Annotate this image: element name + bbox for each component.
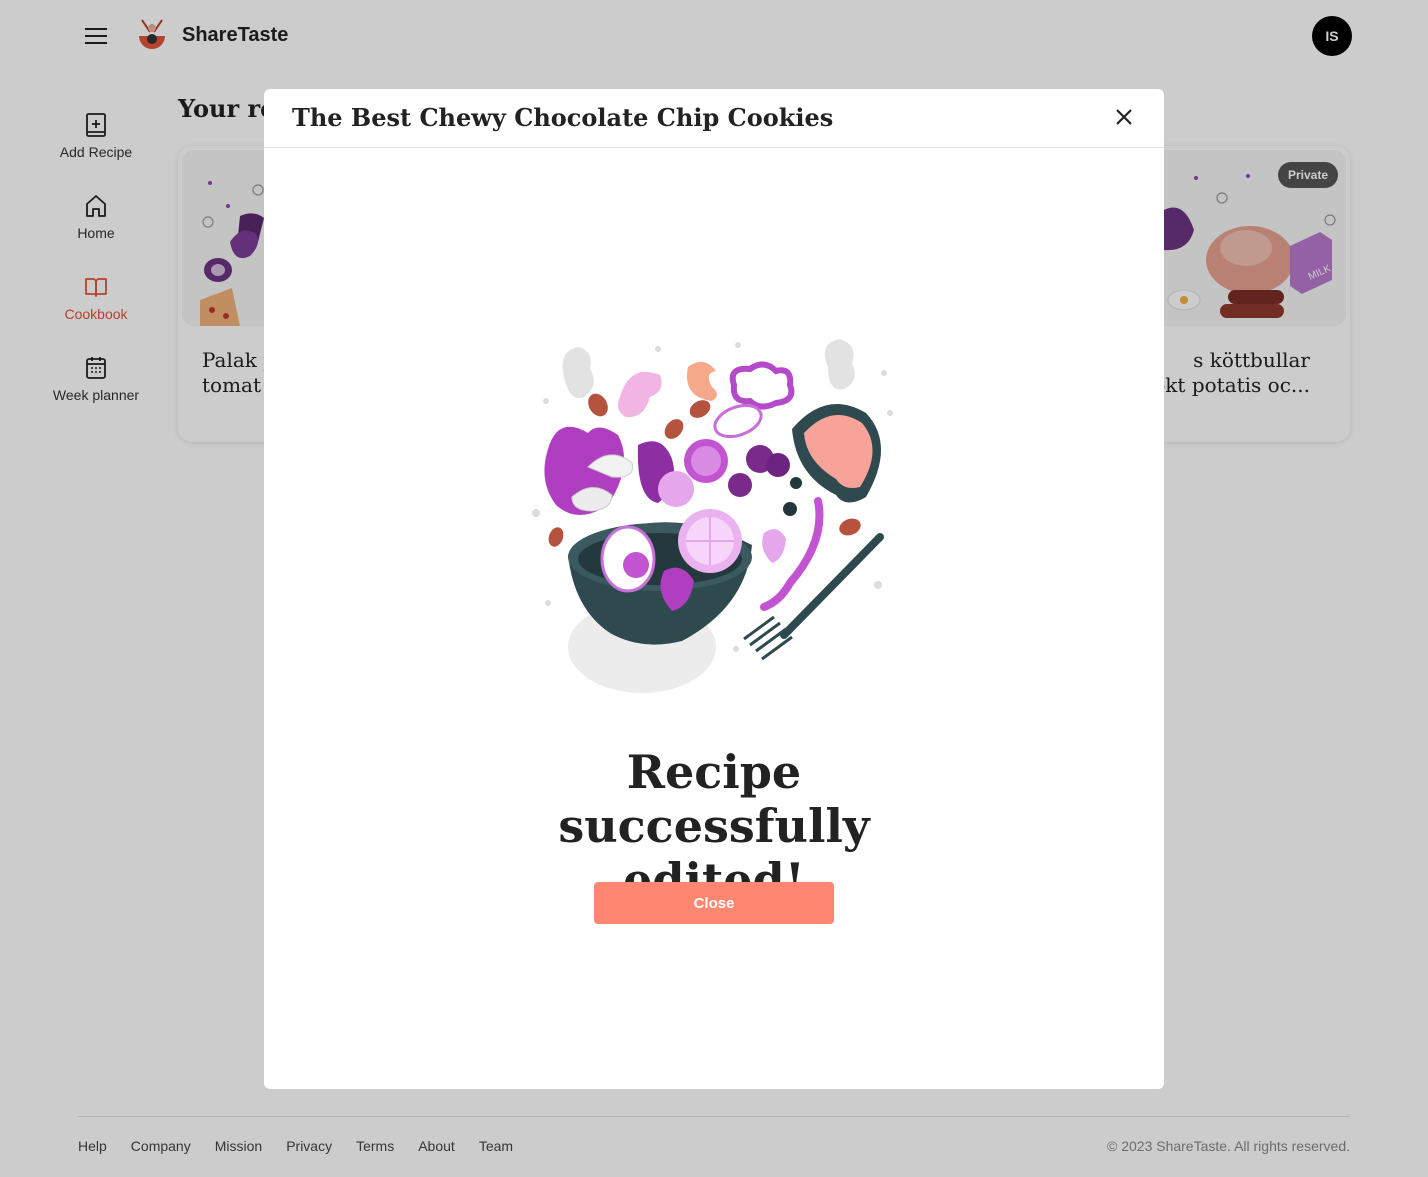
success-modal: The Best Chewy Chocolate Chip Cookies Re… bbox=[264, 89, 1164, 1089]
food-bowl-illustration bbox=[528, 337, 900, 699]
close-button[interactable]: Close bbox=[594, 882, 834, 924]
modal-title: The Best Chewy Chocolate Chip Cookies bbox=[292, 103, 834, 132]
modal-header: The Best Chewy Chocolate Chip Cookies bbox=[264, 89, 1164, 148]
close-icon[interactable] bbox=[1112, 105, 1136, 129]
